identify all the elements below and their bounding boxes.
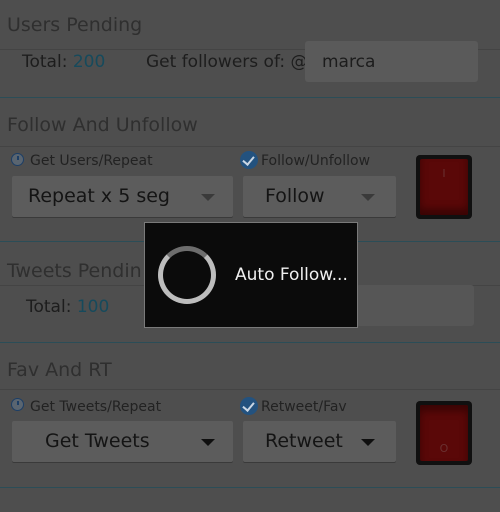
follow-action-dropdown[interactable]: Follow xyxy=(243,176,396,217)
chevron-down-icon xyxy=(201,439,215,446)
divider xyxy=(0,146,500,147)
follow-power-switch[interactable]: I xyxy=(416,155,472,219)
tweets-input[interactable] xyxy=(356,285,474,326)
clock-icon xyxy=(11,153,24,166)
get-users-repeat-label: Get Users/Repeat xyxy=(30,153,153,169)
tweets-pending-title: Tweets Pendin xyxy=(7,260,142,282)
users-total: Total: 200 xyxy=(22,52,105,72)
fav-rt-title: Fav And RT xyxy=(7,359,112,381)
retweet-action-value: Retweet xyxy=(265,430,343,452)
chevron-down-icon xyxy=(201,194,215,201)
checkbox-checked-icon[interactable] xyxy=(240,397,258,415)
follow-unfollow-toggle-label: Follow/Unfollow xyxy=(261,153,371,169)
retweet-power-switch[interactable]: O xyxy=(416,401,472,465)
follow-action-value: Follow xyxy=(265,185,325,207)
switch-rocker: I xyxy=(420,159,468,215)
get-followers-label: Get followers of: @ xyxy=(146,52,308,72)
switch-on-mark: I xyxy=(442,167,446,180)
get-tweets-repeat-label: Get Tweets/Repeat xyxy=(30,399,162,415)
progress-dialog: Auto Follow... xyxy=(144,222,358,328)
users-total-value: 200 xyxy=(72,52,106,72)
username-value: marca xyxy=(322,52,376,72)
section-divider xyxy=(0,487,500,488)
tweets-total-value: 100 xyxy=(76,297,110,317)
switch-off-mark: O xyxy=(439,442,449,455)
section-divider xyxy=(0,342,500,343)
users-total-label: Total: xyxy=(22,52,68,72)
loading-spinner-icon xyxy=(158,246,216,304)
switch-rocker: O xyxy=(420,405,468,461)
follow-unfollow-title: Follow And Unfollow xyxy=(7,114,198,136)
clock-icon xyxy=(11,398,24,411)
repeat-interval-dropdown[interactable]: Repeat x 5 seg xyxy=(12,176,233,217)
retweet-fav-toggle-label: Retweet/Fav xyxy=(261,399,347,415)
divider xyxy=(0,389,500,390)
users-pending-title: Users Pending xyxy=(7,14,143,36)
get-tweets-value: Get Tweets xyxy=(45,430,150,452)
username-input[interactable]: marca xyxy=(305,41,478,82)
progress-message: Auto Follow... xyxy=(235,265,348,285)
tweets-total: Total: 100 xyxy=(26,297,109,317)
section-divider xyxy=(0,97,500,98)
retweet-action-dropdown[interactable]: Retweet xyxy=(243,421,396,462)
chevron-down-icon xyxy=(361,439,375,446)
repeat-interval-value: Repeat x 5 seg xyxy=(28,185,170,207)
get-tweets-dropdown[interactable]: Get Tweets xyxy=(12,421,233,462)
chevron-down-icon xyxy=(361,194,375,201)
checkbox-checked-icon[interactable] xyxy=(240,151,258,169)
tweets-total-label: Total: xyxy=(26,297,72,317)
